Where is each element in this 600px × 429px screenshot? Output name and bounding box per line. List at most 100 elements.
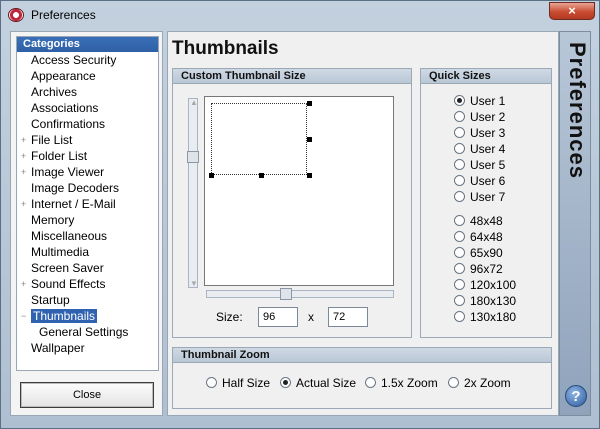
quick-size-label: 64x48 [470, 230, 503, 244]
zoom-option[interactable]: Half Size [206, 376, 270, 390]
quick-size-option[interactable]: 180x130 [454, 294, 516, 308]
collapse-icon[interactable]: − [21, 308, 26, 324]
thumbnail-selection-rect[interactable] [211, 103, 307, 175]
zoom-option[interactable]: Actual Size [280, 376, 356, 390]
quick-size-label: 130x180 [470, 310, 517, 324]
category-item[interactable]: + Folder List [17, 148, 158, 164]
zoom-label: Actual Size [296, 376, 357, 390]
close-button[interactable]: Close [20, 382, 154, 408]
quick-size-label: User 1 [470, 94, 506, 108]
quick-size-option[interactable]: 120x100 [454, 278, 516, 292]
resize-handle-bottom-right[interactable] [307, 173, 312, 178]
category-item[interactable]: Confirmations [17, 116, 158, 132]
zoom-option[interactable]: 2x Zoom [448, 376, 511, 390]
category-item[interactable]: Miscellaneous [17, 228, 158, 244]
radio-button[interactable] [454, 295, 465, 306]
category-item[interactable]: Image Decoders [17, 180, 158, 196]
quick-size-label: 120x100 [470, 278, 517, 292]
radio-button[interactable] [454, 127, 465, 138]
expand-icon[interactable]: + [21, 196, 26, 212]
quick-size-option[interactable]: User 7 [454, 190, 505, 204]
quick-size-label: User 6 [470, 174, 506, 188]
quick-size-option[interactable]: User 3 [454, 126, 505, 140]
width-slider-thumb[interactable] [280, 288, 292, 300]
resize-handle-top-right[interactable] [307, 101, 312, 106]
category-item[interactable]: − Thumbnails [17, 308, 158, 324]
category-item[interactable]: Associations [17, 100, 158, 116]
category-item[interactable]: Wallpaper [17, 340, 158, 356]
app-logo-icon [8, 8, 24, 22]
category-item[interactable]: Startup [17, 292, 158, 308]
expand-icon[interactable]: + [21, 132, 26, 148]
quick-size-option[interactable]: User 2 [454, 110, 505, 124]
category-label: Image Viewer [31, 165, 105, 179]
zoom-option[interactable]: 1.5x Zoom [365, 376, 438, 390]
quick-size-option[interactable]: 65x90 [454, 246, 503, 260]
quick-size-label: 96x72 [470, 262, 503, 276]
category-list: Access Security Appearance Archives Associa… [17, 52, 158, 356]
category-item[interactable]: + Sound Effects [17, 276, 158, 292]
radio-button[interactable] [454, 191, 465, 202]
quick-size-label: User 4 [470, 142, 506, 156]
resize-handle-bottom[interactable] [259, 173, 264, 178]
zoom-label: 1.5x Zoom [381, 376, 438, 390]
radio-button[interactable] [454, 95, 465, 106]
quick-size-option[interactable]: User 6 [454, 174, 505, 188]
category-label: Internet / E-Mail [31, 197, 116, 211]
quick-size-label: 180x130 [470, 294, 517, 308]
quick-size-option[interactable]: User 5 [454, 158, 505, 172]
height-input[interactable] [328, 307, 368, 327]
radio-button[interactable] [454, 247, 465, 258]
thumbnail-zoom-header: Thumbnail Zoom [173, 348, 551, 363]
radio-button[interactable] [454, 279, 465, 290]
radio-button[interactable] [280, 377, 291, 388]
expand-icon[interactable]: + [21, 148, 26, 164]
radio-button[interactable] [454, 263, 465, 274]
category-item[interactable]: Appearance [17, 68, 158, 84]
resize-handle-bottom-left[interactable] [209, 173, 214, 178]
quick-size-option[interactable]: 64x48 [454, 230, 503, 244]
quick-size-option[interactable]: User 1 [454, 94, 505, 108]
height-slider-thumb[interactable] [187, 151, 199, 163]
radio-button[interactable] [454, 175, 465, 186]
banner-title: Preferences [565, 42, 590, 179]
radio-button[interactable] [454, 143, 465, 154]
category-label: Multimedia [31, 245, 90, 259]
width-input[interactable] [258, 307, 298, 327]
window-close-button[interactable]: × [549, 2, 595, 20]
radio-button[interactable] [454, 231, 465, 242]
left-panel: Categories Access Security Appearance Arch… [10, 31, 163, 416]
category-label: Associations [31, 101, 99, 115]
category-label: Archives [31, 85, 78, 99]
category-item[interactable]: Multimedia [17, 244, 158, 260]
category-label: Miscellaneous [31, 229, 108, 243]
radio-button[interactable] [454, 311, 465, 322]
quick-size-option[interactable]: 48x48 [454, 214, 503, 228]
category-item[interactable]: Screen Saver [17, 260, 158, 276]
radio-button[interactable] [206, 377, 217, 388]
resize-handle-right[interactable] [307, 137, 312, 142]
height-slider[interactable]: ▲ ▼ [187, 98, 199, 288]
thumbnail-preview[interactable] [204, 96, 394, 286]
radio-button[interactable] [448, 377, 459, 388]
quick-size-label: 48x48 [470, 214, 503, 228]
category-item[interactable]: Archives [17, 84, 158, 100]
radio-button[interactable] [454, 159, 465, 170]
radio-button[interactable] [365, 377, 376, 388]
category-item[interactable]: + Internet / E-Mail [17, 196, 158, 212]
radio-button[interactable] [454, 111, 465, 122]
help-button[interactable]: ? [565, 385, 587, 407]
category-item[interactable]: General Settings [17, 324, 158, 340]
expand-icon[interactable]: + [21, 164, 26, 180]
quick-size-option[interactable]: 96x72 [454, 262, 503, 276]
category-item[interactable]: + File List [17, 132, 158, 148]
category-item[interactable]: Memory [17, 212, 158, 228]
radio-button[interactable] [454, 215, 465, 226]
quick-size-option[interactable]: User 4 [454, 142, 505, 156]
size-label: Size: [216, 310, 243, 324]
expand-icon[interactable]: + [21, 276, 26, 292]
quick-size-option[interactable]: 130x180 [454, 310, 516, 324]
category-item[interactable]: Access Security [17, 52, 158, 68]
category-item[interactable]: + Image Viewer [17, 164, 158, 180]
width-slider[interactable] [206, 288, 394, 300]
